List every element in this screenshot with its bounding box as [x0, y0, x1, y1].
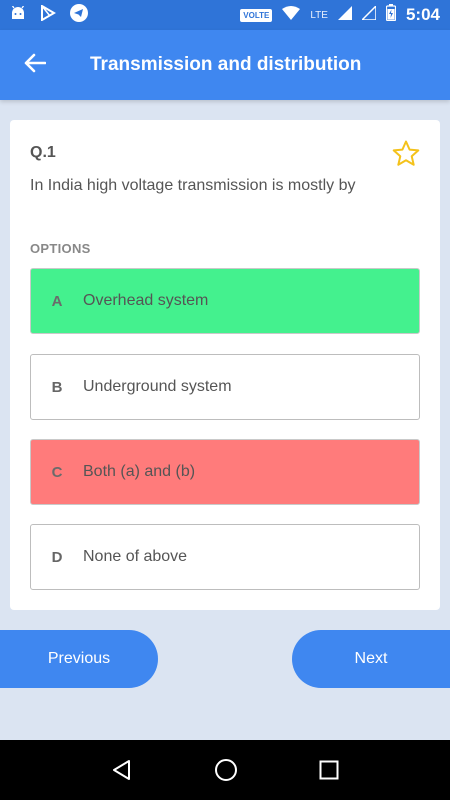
battery-charging-icon	[385, 4, 397, 26]
system-nav-bar	[0, 740, 450, 800]
no-sim-signal-icon	[360, 3, 377, 25]
option-d[interactable]: D None of above	[30, 524, 420, 590]
page-title: Transmission and distribution	[90, 54, 362, 75]
next-button[interactable]: Next	[292, 630, 450, 688]
bookmark-button[interactable]	[392, 140, 420, 172]
option-letter: D	[51, 548, 63, 566]
recents-square-icon[interactable]	[319, 760, 339, 780]
question-number: Q.1	[30, 144, 56, 161]
option-a[interactable]: A Overhead system	[30, 268, 420, 334]
option-text: Overhead system	[83, 292, 209, 309]
option-b[interactable]: B Underground system	[30, 354, 420, 420]
wifi-icon	[282, 5, 301, 25]
option-text: None of above	[83, 548, 188, 565]
back-button[interactable]	[0, 30, 70, 100]
app-bar: Transmission and distribution	[0, 30, 450, 100]
back-arrow-icon	[24, 53, 47, 78]
play-store-icon	[40, 3, 56, 26]
previous-button[interactable]: Previous	[0, 630, 158, 688]
question-card: Q.1 In India high voltage transmission i…	[10, 120, 440, 610]
android-icon	[10, 5, 26, 25]
home-circle-icon[interactable]	[214, 758, 238, 782]
telegram-icon	[70, 3, 88, 27]
volte-badge: VOLTE	[240, 8, 273, 22]
options-heading: OPTIONS	[30, 241, 91, 256]
option-text: Underground system	[83, 378, 232, 395]
back-triangle-icon[interactable]	[111, 759, 133, 781]
network-type: LTE	[310, 9, 328, 21]
option-text: Both (a) and (b)	[83, 463, 196, 480]
option-c[interactable]: C Both (a) and (b)	[30, 439, 420, 505]
option-letter: A	[51, 292, 63, 310]
option-letter: B	[51, 378, 63, 396]
clock: 5:04	[405, 5, 440, 24]
option-letter: C	[51, 463, 63, 481]
star-outline-icon	[392, 140, 420, 171]
question-text: In India high voltage transmission is mo…	[30, 177, 356, 194]
status-bar: VOLTE LTE 5:04	[0, 0, 450, 30]
signal-icon	[337, 5, 352, 25]
